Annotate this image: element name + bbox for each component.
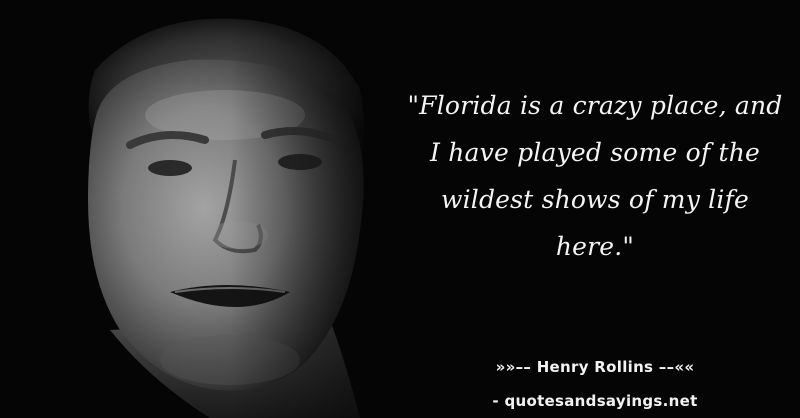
source-website: - quotesandsayings.net xyxy=(492,392,698,410)
quote-text: "Florida is a crazy place, and I have pl… xyxy=(407,91,783,261)
author-attribution: »»–– Henry Rollins ––«« xyxy=(495,358,695,376)
quote-image: "Florida is a crazy place, and I have pl… xyxy=(0,0,800,418)
